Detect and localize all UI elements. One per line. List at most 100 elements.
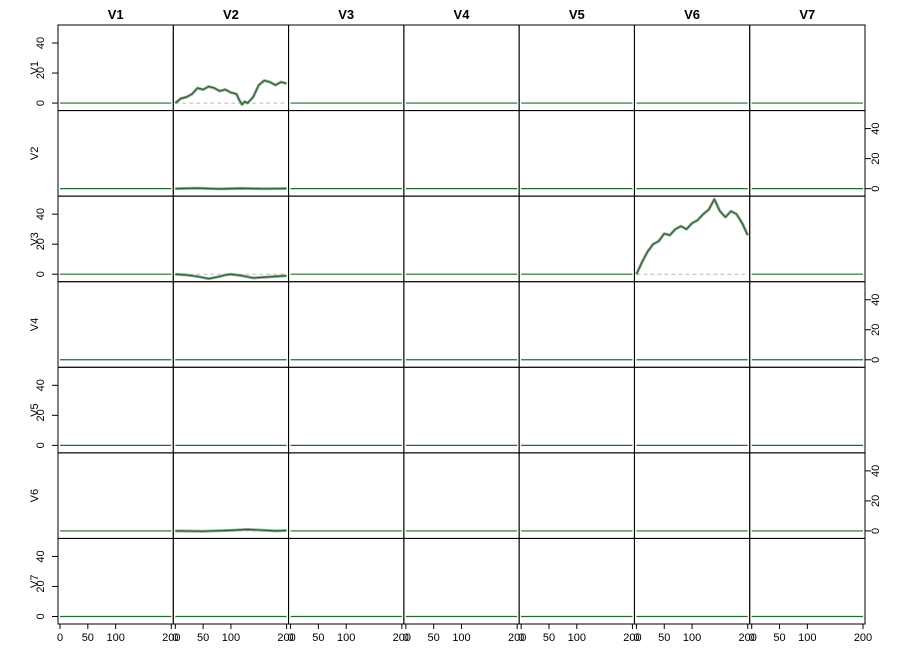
panel-border (172, 366, 290, 454)
panel-border (749, 24, 866, 112)
panel-v6_v3 (288, 452, 405, 539)
panel-v4_v1 (57, 281, 174, 368)
axes-layer: 020400204002040020400204002040020400 50 10… (35, 37, 882, 644)
panel-border (172, 537, 290, 625)
panel-border (288, 24, 405, 112)
panel-v3_v5 (518, 195, 635, 283)
panel-border (518, 24, 635, 112)
panel-border (403, 281, 520, 368)
panel-v5_v4 (403, 366, 520, 454)
panel-v3_v7 (749, 195, 866, 283)
panel-v4_v6 (633, 281, 751, 368)
panel-border (57, 366, 174, 454)
y-tick-label: 0 (870, 357, 882, 363)
panel-v7_v6 (633, 537, 751, 625)
x-tick-label: 50 (773, 632, 785, 644)
panel-border (57, 281, 174, 368)
panel-v6_v5 (518, 452, 635, 539)
row-label-v6: V6 (29, 489, 41, 502)
panel-v2_v2 (172, 110, 290, 197)
column-title-v3: V3 (338, 7, 354, 22)
panel-v4_v3 (288, 281, 405, 368)
x-tick-label: 50 (82, 632, 94, 644)
panel-v6_v7 (749, 452, 866, 539)
column-title-v5: V5 (569, 7, 585, 22)
panel-v7_v3 (288, 537, 405, 625)
panel-v5_v5 (518, 366, 635, 454)
panel-border (172, 195, 290, 283)
panel-v7_v4 (403, 537, 520, 625)
x-axis-v2: 0 50 100 200 (172, 624, 296, 644)
panel-border (288, 110, 405, 197)
panel-v2_v5 (518, 110, 635, 197)
column-title-v4: V4 (454, 7, 471, 22)
panel-v2_v4 (403, 110, 520, 197)
panel-border (403, 195, 520, 283)
panel-border (749, 366, 866, 454)
panel-v4_v5 (518, 281, 635, 368)
x-tick-label: 100 (683, 632, 701, 644)
x-tick-label: 0 (57, 632, 63, 644)
panel-v3_v4 (403, 195, 520, 283)
panel-v2_v3 (288, 110, 405, 197)
panel-v4_v4 (403, 281, 520, 368)
y-tick-label: 0 (870, 186, 882, 192)
panel-v1_v5 (518, 24, 635, 112)
panel-border (749, 281, 866, 368)
panel-border (633, 366, 751, 454)
y-axis-v6: 0 20 40 (865, 465, 882, 534)
panel-border (518, 195, 635, 283)
x-tick-label: 100 (337, 632, 355, 644)
x-tick-label: 50 (428, 632, 440, 644)
panels-layer (57, 24, 866, 625)
panel-v6_v1 (57, 452, 174, 539)
x-axis-v1: 0 50 100 200 (57, 624, 180, 644)
x-tick-label: 50 (312, 632, 324, 644)
x-tick-label: 50 (197, 632, 209, 644)
y-tick-label: 20 (870, 152, 882, 164)
panel-border (172, 281, 290, 368)
y-tick-label: 40 (35, 379, 47, 391)
panel-border (57, 537, 174, 625)
column-title-v1: V1 (108, 7, 124, 22)
panel-v3_v6 (633, 195, 751, 283)
column-title-v7: V7 (799, 7, 815, 22)
x-tick-label: 0 (749, 632, 755, 644)
panel-v4_v7 (749, 281, 866, 368)
panel-border (403, 110, 520, 197)
panel-border (403, 537, 520, 625)
y-tick-label: 0 (870, 528, 882, 534)
y-tick-label: 40 (870, 465, 882, 477)
x-tick-label: 0 (633, 632, 639, 644)
row-label-v1: V1 (29, 61, 41, 74)
panel-border (633, 537, 751, 625)
x-tick-label: 100 (568, 632, 586, 644)
y-tick-label: 40 (870, 294, 882, 306)
x-tick-label: 0 (172, 632, 178, 644)
panel-border (288, 195, 405, 283)
panel-border (633, 452, 751, 539)
x-tick-label: 0 (288, 632, 294, 644)
panel-border (749, 452, 866, 539)
response-line (175, 187, 287, 190)
panel-v1_v2 (172, 24, 290, 112)
panel-border (57, 452, 174, 539)
x-axis-v7: 0 50 100 200 (749, 624, 872, 644)
panel-border (172, 110, 290, 197)
panel-v4_v2 (172, 281, 290, 368)
panel-border (633, 281, 751, 368)
panel-v3_v2 (172, 195, 290, 283)
row-label-v4: V4 (29, 318, 41, 331)
panel-border (288, 366, 405, 454)
panel-v2_v6 (633, 110, 751, 197)
panel-v7_v5 (518, 537, 635, 625)
y-tick-label: 0 (35, 442, 47, 448)
panel-v2_v1 (57, 110, 174, 197)
y-tick-label: 40 (35, 550, 47, 562)
x-tick-label: 100 (106, 632, 124, 644)
panel-border (57, 195, 174, 283)
x-tick-label: 50 (543, 632, 555, 644)
panel-border (518, 366, 635, 454)
panel-v1_v7 (749, 24, 866, 112)
panel-v1_v4 (403, 24, 520, 112)
